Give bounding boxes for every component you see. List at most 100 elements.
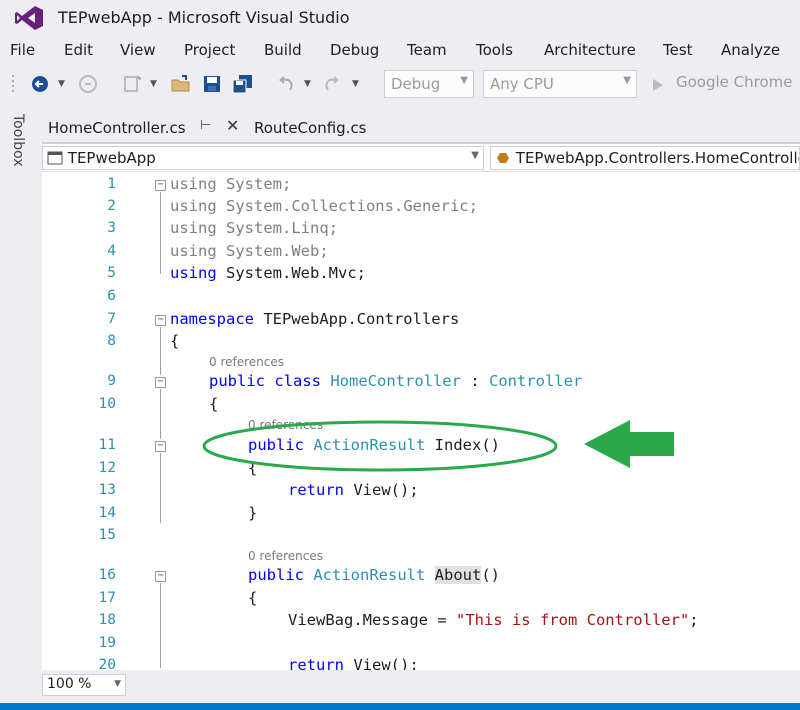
line-number: 6 bbox=[107, 288, 116, 304]
code-line-18: ViewBag.Message = "This is from Controll… bbox=[288, 611, 699, 629]
code-line-13: return View(); bbox=[288, 481, 419, 499]
code-editor[interactable]: 1 2 3 4 5 6 7 8 9 10 11 12 13 14 15 16 1… bbox=[42, 172, 800, 673]
navigate-forward-icon[interactable] bbox=[78, 74, 98, 94]
collapse-outline-icon[interactable]: − bbox=[155, 377, 166, 388]
code-line-8: { bbox=[170, 332, 180, 350]
editor-zoom-bar: 100 % ▼ bbox=[42, 672, 800, 696]
line-number: 11 bbox=[98, 437, 116, 453]
class-icon bbox=[497, 153, 509, 163]
close-tab-icon[interactable]: ✕ bbox=[226, 116, 239, 135]
zoom-select[interactable]: 100 % ▼ bbox=[42, 674, 126, 696]
line-number: 18 bbox=[98, 612, 116, 628]
solution-platform-select[interactable]: Any CPU ▼ bbox=[483, 70, 637, 98]
codelens-references[interactable]: 0 references bbox=[209, 355, 284, 369]
line-number: 10 bbox=[98, 396, 116, 412]
menu-debug[interactable]: Debug bbox=[330, 41, 379, 59]
line-number: 9 bbox=[107, 373, 116, 389]
code-line-17: { bbox=[248, 589, 258, 607]
line-number: 5 bbox=[107, 265, 116, 281]
outline-guide bbox=[160, 583, 161, 668]
configuration-dropdown-icon: ▼ bbox=[460, 75, 468, 86]
solution-configuration-select[interactable]: Debug ▼ bbox=[384, 70, 474, 98]
zoom-value: 100 % bbox=[47, 676, 92, 692]
window-title: TEPwebApp - Microsoft Visual Studio bbox=[58, 8, 350, 27]
undo-icon[interactable] bbox=[276, 74, 296, 94]
menu-test[interactable]: Test bbox=[663, 41, 693, 59]
solution-configuration-value: Debug bbox=[391, 75, 441, 93]
collapse-outline-icon[interactable]: − bbox=[155, 180, 166, 191]
project-name: TEPwebApp bbox=[67, 149, 156, 167]
line-number: 4 bbox=[107, 243, 116, 259]
line-number: 19 bbox=[98, 635, 116, 651]
save-icon[interactable] bbox=[202, 74, 222, 94]
zoom-dropdown-icon: ▼ bbox=[114, 679, 121, 689]
menu-architecture[interactable]: Architecture bbox=[544, 41, 636, 59]
outline-guide bbox=[160, 192, 161, 274]
code-line-16: public ActionResult About() bbox=[248, 566, 501, 584]
outline-guide bbox=[160, 389, 161, 439]
undo-dropdown-icon[interactable]: ▼ bbox=[304, 74, 311, 94]
code-line-1: using System; bbox=[170, 175, 292, 193]
member-dropdown[interactable]: TEPwebApp.Controllers.HomeController bbox=[490, 146, 800, 170]
redo-icon[interactable] bbox=[322, 74, 342, 94]
codelens-references[interactable]: 0 references bbox=[248, 549, 323, 563]
tab-home-controller[interactable]: HomeController.cs bbox=[42, 114, 247, 142]
menu-tools[interactable]: Tools bbox=[476, 41, 513, 59]
menu-view[interactable]: View bbox=[120, 41, 156, 59]
line-number: 1 bbox=[107, 176, 116, 192]
menu-file[interactable]: File bbox=[10, 41, 35, 59]
status-bar bbox=[0, 703, 800, 710]
redo-dropdown-icon[interactable]: ▼ bbox=[352, 74, 359, 94]
open-file-icon[interactable] bbox=[170, 74, 192, 94]
project-dropdown[interactable]: TEPwebApp ▼ bbox=[42, 146, 484, 170]
tab-route-config[interactable]: RouteConfig.cs bbox=[248, 114, 373, 142]
line-number: 17 bbox=[98, 590, 116, 606]
code-line-9: public class HomeController : Controller bbox=[209, 372, 583, 390]
menu-project[interactable]: Project bbox=[184, 41, 235, 59]
member-name: TEPwebApp.Controllers.HomeController bbox=[515, 149, 800, 167]
title-bar: TEPwebApp - Microsoft Visual Studio bbox=[0, 0, 800, 36]
tab-label: HomeController.cs bbox=[48, 119, 186, 137]
code-line-7: namespace TEPwebApp.Controllers bbox=[170, 310, 460, 328]
line-number: 14 bbox=[98, 505, 116, 521]
solution-platform-value: Any CPU bbox=[490, 75, 554, 93]
toolbar-grip-icon bbox=[12, 75, 14, 92]
toolbox-strip bbox=[0, 110, 40, 710]
menu-team[interactable]: Team bbox=[407, 41, 447, 59]
line-number: 15 bbox=[98, 527, 116, 543]
line-number: 3 bbox=[107, 220, 116, 236]
toolbox-tab[interactable]: Toolbox bbox=[10, 114, 26, 167]
collapse-outline-icon[interactable]: − bbox=[155, 571, 166, 582]
code-line-3: using System.Linq; bbox=[170, 219, 338, 237]
csharp-project-icon bbox=[47, 151, 63, 165]
menu-build[interactable]: Build bbox=[264, 41, 302, 59]
line-number: 7 bbox=[107, 311, 116, 327]
code-line-12: { bbox=[248, 459, 258, 477]
collapse-outline-icon[interactable]: − bbox=[155, 441, 166, 452]
menu-edit[interactable]: Edit bbox=[64, 41, 93, 59]
menu-analyze[interactable]: Analyze bbox=[721, 41, 780, 59]
navigation-bar: TEPwebApp ▼ TEPwebApp.Controllers.HomeCo… bbox=[42, 144, 800, 172]
line-number: 13 bbox=[98, 482, 116, 498]
line-number: 16 bbox=[98, 567, 116, 583]
code-line-11: public ActionResult Index() bbox=[248, 436, 500, 454]
save-all-icon[interactable] bbox=[232, 74, 254, 94]
platform-dropdown-icon: ▼ bbox=[623, 75, 631, 86]
line-number: 8 bbox=[107, 333, 116, 349]
run-target-button[interactable]: Google Chrome bbox=[676, 73, 793, 91]
code-line-20: return View(); bbox=[288, 656, 419, 670]
outline-guide bbox=[160, 453, 161, 523]
new-project-dropdown-icon[interactable]: ▼ bbox=[150, 74, 157, 94]
navigate-back-icon[interactable] bbox=[30, 74, 50, 94]
code-line-2: using System.Collections.Generic; bbox=[170, 197, 478, 215]
code-line-5: using System.Web.Mvc; bbox=[170, 264, 366, 282]
navigate-back-dropdown-icon[interactable]: ▼ bbox=[58, 74, 65, 94]
collapse-outline-icon[interactable]: − bbox=[155, 315, 166, 326]
line-number: 2 bbox=[107, 198, 116, 214]
codelens-references[interactable]: 0 references bbox=[248, 418, 323, 432]
new-project-icon[interactable] bbox=[122, 74, 144, 94]
code-line-10: { bbox=[209, 395, 219, 413]
code-line-4: using System.Web; bbox=[170, 242, 329, 260]
pin-tab-icon[interactable]: ⊢ bbox=[200, 118, 211, 133]
start-debugging-icon[interactable] bbox=[652, 78, 664, 92]
